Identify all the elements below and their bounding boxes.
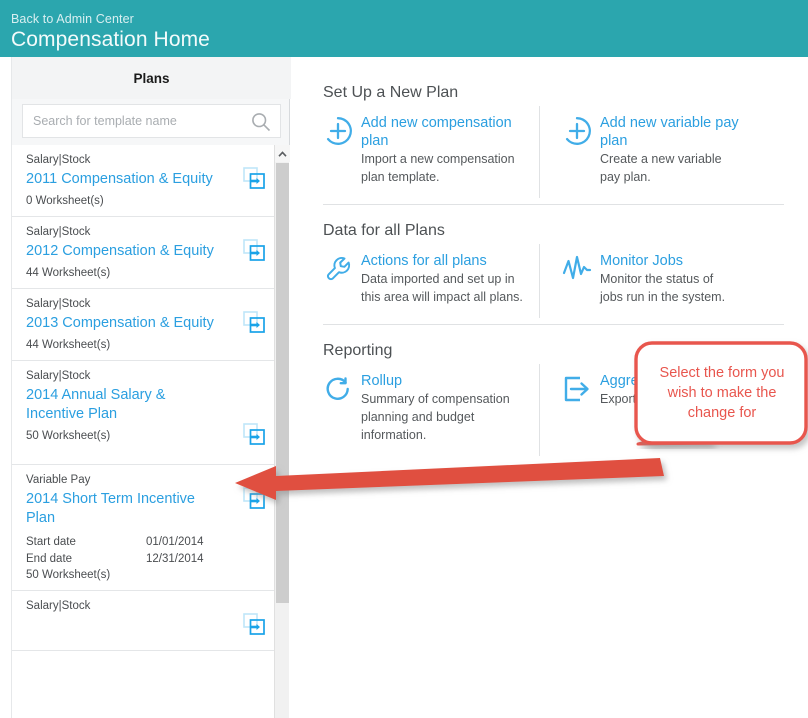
- plan-type: Variable Pay: [26, 474, 91, 486]
- feature-tile-description: Data imported and set up in this area wi…: [361, 272, 523, 304]
- duplicate-icon[interactable]: [243, 167, 265, 194]
- feature-tile[interactable]: Add new compensation plan Import a new c…: [323, 106, 539, 198]
- feature-tile-description: Summary of compensation planning and bud…: [361, 392, 510, 442]
- plan-card[interactable]: Salary|Stock: [12, 591, 277, 651]
- plans-list[interactable]: Salary|Stock 2011 Compensation & Equity 0 …: [12, 145, 291, 718]
- chevron-up-icon: [278, 145, 287, 163]
- scroll-up-button[interactable]: [275, 145, 290, 162]
- plan-card[interactable]: Salary|Stock 2014 Annual Salary & Incenti…: [12, 361, 277, 465]
- section-tiles: Add new compensation plan Import a new c…: [323, 106, 808, 198]
- plan-worksheet-count: 50 Worksheet(s): [26, 430, 111, 442]
- plan-end-date-label: End date: [26, 553, 73, 565]
- content-section: Data for all Plans Actions for all plans…: [291, 222, 808, 325]
- page-header: Back to Admin Center Compensation Home: [0, 0, 808, 57]
- plans-panel: Plans Salary|Stock 2011 Compensation & Eq…: [11, 57, 291, 718]
- plan-worksheet-count: 44 Worksheet(s): [26, 267, 111, 279]
- feature-tile-description: Create a new variable pay plan.: [600, 152, 722, 184]
- section-tiles: Rollup Summary of compensation planning …: [323, 364, 808, 456]
- feature-tile-link[interactable]: Actions for all plans: [361, 252, 523, 270]
- scrollbar-thumb[interactable]: [276, 163, 289, 603]
- breadcrumb-back-to-admin-center[interactable]: Back to Admin Center: [11, 12, 134, 26]
- plan-worksheet-count: 0 Worksheet(s): [26, 195, 104, 207]
- plan-name-link[interactable]: 2014 Annual Salary & Incentive Plan: [26, 386, 226, 424]
- plans-panel-title: Plans: [133, 70, 170, 86]
- plan-type: Salary|Stock: [26, 226, 91, 238]
- duplicate-icon[interactable]: [243, 487, 265, 514]
- plan-dates: Start date 01/01/2014 End date 12/31/201…: [26, 534, 265, 568]
- feature-tile[interactable]: Add new variable pay plan Create a new v…: [539, 106, 755, 198]
- plan-worksheet-count: 44 Worksheet(s): [26, 339, 111, 351]
- plan-card[interactable]: Salary|Stock 2012 Compensation & Equity 44…: [12, 217, 277, 289]
- wrench-icon: [323, 252, 361, 306]
- circle-plus-icon: [562, 114, 600, 186]
- feature-tile-description: Monitor the status of jobs run in the sy…: [600, 272, 726, 304]
- duplicate-icon[interactable]: [243, 239, 265, 266]
- plan-type: Salary|Stock: [26, 370, 91, 382]
- section-title: Set Up a New Plan: [323, 84, 459, 101]
- feature-tile[interactable]: Rollup Summary of compensation planning …: [323, 364, 539, 456]
- refresh-circle-icon: [323, 372, 361, 444]
- section-title: Data for all Plans: [323, 222, 445, 239]
- plan-end-date-value: 12/31/2014: [146, 553, 204, 565]
- search-box[interactable]: [22, 104, 281, 138]
- content-section: Set Up a New Plan Add new compensation p…: [291, 84, 808, 205]
- content-section: Reporting Rollup Summary of compensation…: [291, 342, 808, 456]
- section-tiles: Actions for all plans Data imported and …: [323, 244, 808, 318]
- feature-tile[interactable]: Aggreg Export a data fro: [539, 364, 755, 456]
- plan-name-link[interactable]: 2013 Compensation & Equity: [26, 314, 226, 333]
- plan-end-date-row: End date 12/31/2014: [26, 551, 265, 568]
- activity-pulse-icon: [562, 252, 600, 306]
- feature-tile-link[interactable]: Aggreg: [600, 372, 739, 390]
- plan-name-link[interactable]: 2011 Compensation & Equity: [26, 170, 226, 189]
- plan-type: Salary|Stock: [26, 298, 91, 310]
- feature-tile-link[interactable]: Monitor Jobs: [600, 252, 739, 270]
- duplicate-icon[interactable]: [243, 613, 265, 640]
- section-title: Reporting: [323, 342, 393, 359]
- feature-tile-description: Export a data fro: [600, 392, 693, 406]
- plan-type: Salary|Stock: [26, 154, 91, 166]
- page-title: Compensation Home: [11, 28, 210, 51]
- circle-plus-icon: [323, 114, 361, 186]
- plan-card[interactable]: Salary|Stock 2013 Compensation & Equity 44…: [12, 289, 277, 361]
- plan-card[interactable]: Variable Pay 2014 Short Term Incentive Pl…: [12, 465, 277, 591]
- plans-list-scrollbar[interactable]: [274, 145, 290, 718]
- plan-start-date-label: Start date: [26, 536, 76, 548]
- compensation-home-page: Back to Admin Center Compensation Home P…: [0, 0, 808, 718]
- duplicate-icon[interactable]: [243, 311, 265, 338]
- plans-panel-header: Plans: [12, 57, 291, 99]
- search-icon[interactable]: [250, 111, 272, 133]
- plan-worksheet-count: 50 Worksheet(s): [26, 569, 111, 581]
- section-divider: [323, 324, 784, 325]
- feature-tile[interactable]: Monitor Jobs Monitor the status of jobs …: [539, 244, 755, 318]
- plan-type: Salary|Stock: [26, 600, 91, 612]
- plan-start-date-value: 01/01/2014: [146, 536, 204, 548]
- feature-tile-link[interactable]: Rollup: [361, 372, 523, 390]
- search-input[interactable]: [33, 114, 248, 128]
- feature-tile[interactable]: Actions for all plans Data imported and …: [323, 244, 539, 318]
- section-divider: [323, 204, 784, 205]
- main-content: Set Up a New Plan Add new compensation p…: [291, 57, 808, 718]
- duplicate-icon[interactable]: [243, 423, 265, 450]
- export-arrow-icon: [562, 372, 600, 444]
- feature-tile-link[interactable]: Add new compensation plan: [361, 114, 523, 150]
- plan-name-link[interactable]: 2014 Short Term Incentive Plan: [26, 490, 226, 528]
- plan-name-link[interactable]: 2012 Compensation & Equity: [26, 242, 226, 261]
- feature-tile-description: Import a new compensation plan template.: [361, 152, 515, 184]
- plan-card[interactable]: Salary|Stock 2011 Compensation & Equity 0 …: [12, 145, 277, 217]
- feature-tile-link[interactable]: Add new variable pay plan: [600, 114, 739, 150]
- plan-start-date-row: Start date 01/01/2014: [26, 534, 265, 551]
